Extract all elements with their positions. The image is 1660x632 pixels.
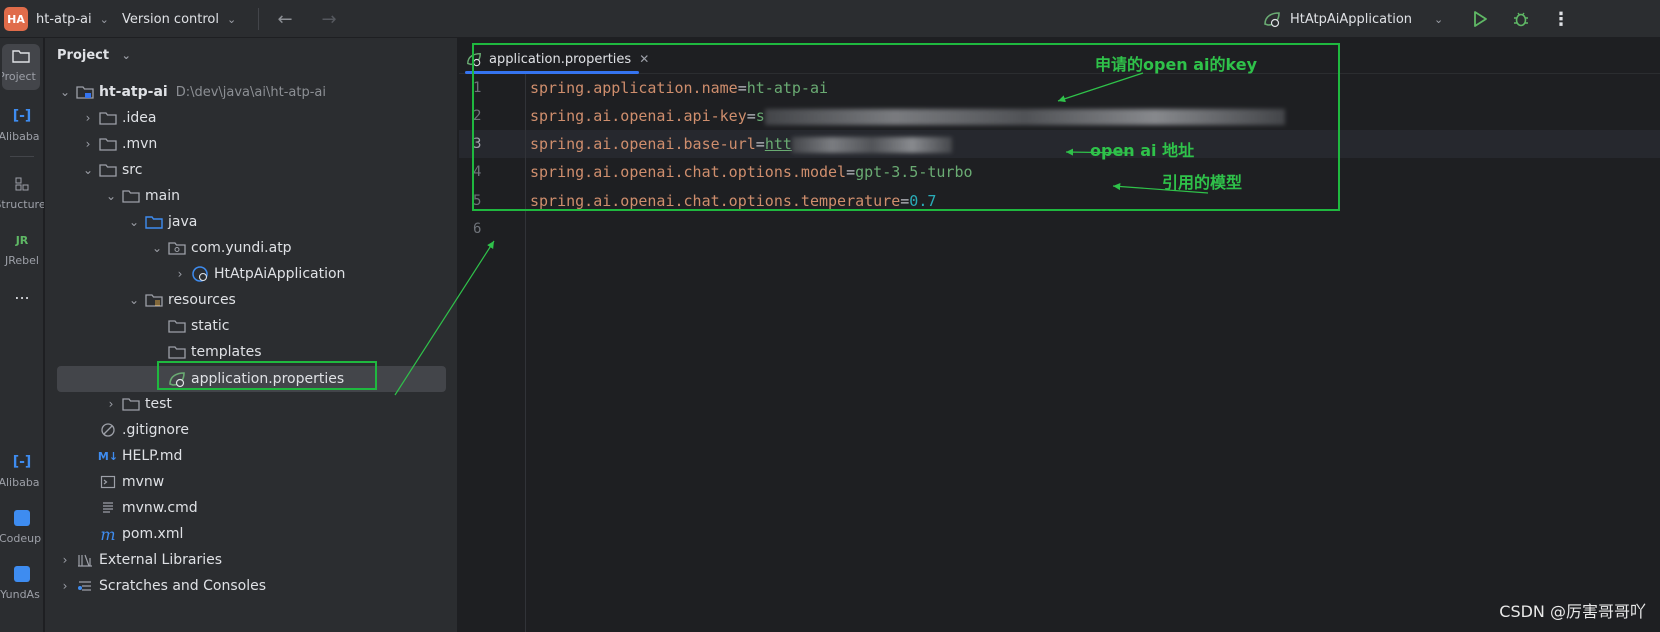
arrow-to-api-key <box>1057 72 1144 103</box>
arrow-to-base-url <box>1065 148 1134 156</box>
arrow-to-model <box>1112 182 1209 194</box>
watermark: CSDN @厉害哥哥吖 <box>1499 602 1646 621</box>
arrow-to-editor <box>394 240 495 396</box>
annotation-arrows <box>394 72 1209 396</box>
